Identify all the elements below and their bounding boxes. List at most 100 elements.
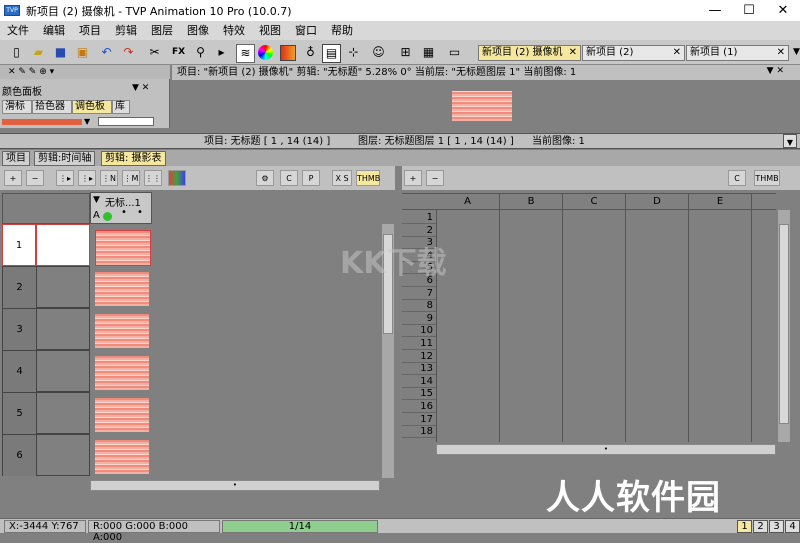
xs-button[interactable]: X S xyxy=(332,170,352,186)
row-number[interactable]: 3 xyxy=(2,308,36,350)
save-icon[interactable]: ■ xyxy=(52,44,69,61)
menu-file[interactable]: 文件 xyxy=(0,21,36,40)
thumbnail-toggle[interactable]: THMB xyxy=(754,170,780,186)
layer-toggle-icon[interactable]: ▼ xyxy=(93,195,100,205)
doc-tab-project-1[interactable]: 新项目 (1) ✕ xyxy=(686,45,789,61)
menu-effects[interactable]: 特效 xyxy=(216,21,252,40)
xsheet-hscroll[interactable]: • xyxy=(90,480,380,491)
grid-icon[interactable]: ⊞ xyxy=(397,44,414,61)
color-strip[interactable] xyxy=(2,119,82,125)
grid-row-number[interactable]: 15 xyxy=(402,388,436,401)
color-swatch-icon[interactable] xyxy=(280,45,296,61)
column-header[interactable]: C xyxy=(563,193,626,210)
grid-row-number[interactable]: 2 xyxy=(402,225,436,237)
tab-palette[interactable]: 调色板 xyxy=(72,100,112,114)
layer-header[interactable]: ▼ 无标...1 A • • xyxy=(90,192,152,224)
insert-n-icon[interactable]: ⋮N xyxy=(100,170,118,186)
column-header[interactable]: D xyxy=(626,193,689,210)
preview-menu-icon[interactable]: ▼ ✕ xyxy=(767,66,784,76)
page-button-4[interactable]: 4 xyxy=(785,520,800,533)
insert-m-icon[interactable]: ⋮M xyxy=(122,170,140,186)
row-cell[interactable] xyxy=(36,392,90,434)
visibility-dot-icon[interactable] xyxy=(103,212,112,221)
grid-row-number[interactable]: 14 xyxy=(402,376,436,388)
robot-icon[interactable]: ☺ xyxy=(370,44,387,61)
grid-row-number[interactable]: 8 xyxy=(402,300,436,313)
export-icon[interactable]: ▣ xyxy=(74,44,91,61)
palette-field[interactable] xyxy=(98,117,154,126)
redo-icon[interactable]: ↷ xyxy=(120,44,137,61)
menu-clip[interactable]: 剪辑 xyxy=(108,21,144,40)
grid-row-number[interactable]: 17 xyxy=(402,414,436,426)
frame-thumbnail[interactable] xyxy=(92,310,150,350)
menu-view[interactable]: 视图 xyxy=(252,21,288,40)
fx-button[interactable]: FX xyxy=(170,44,187,61)
grid-row-number[interactable]: 16 xyxy=(402,401,436,413)
color-tags-icon[interactable] xyxy=(168,170,186,186)
grid-row-number[interactable]: 12 xyxy=(402,351,436,363)
panel-icon[interactable]: ▤ xyxy=(322,44,341,63)
maximize-button[interactable]: ☐ xyxy=(732,0,766,21)
tab-timeline[interactable]: 剪辑:时间轴 xyxy=(34,151,96,166)
row-cell[interactable] xyxy=(36,308,90,350)
undo-icon[interactable]: ↶ xyxy=(98,44,115,61)
tab-library[interactable]: 库 xyxy=(112,100,130,114)
menu-edit[interactable]: 编辑 xyxy=(36,21,72,40)
tabs-dropdown-icon[interactable]: ▼ xyxy=(788,44,800,61)
row-cell[interactable] xyxy=(36,266,90,308)
monitor-icon[interactable]: ▭ xyxy=(446,44,463,61)
new-file-icon[interactable]: ▯ xyxy=(8,44,25,61)
layers-icon[interactable]: ≋ xyxy=(236,44,255,63)
camera-icon[interactable]: ⚙ xyxy=(256,170,274,186)
light-bulb-icon[interactable]: ♁ xyxy=(302,44,319,61)
cb-icon[interactable]: C xyxy=(728,170,746,186)
crosshair-icon[interactable]: ⊹ xyxy=(345,44,362,61)
color-wheel-icon[interactable] xyxy=(258,45,273,60)
remove-frame-button[interactable]: − xyxy=(26,170,44,186)
column-header[interactable]: A xyxy=(436,193,500,210)
row-cell-selected[interactable] xyxy=(36,224,90,266)
page-button-3[interactable]: 3 xyxy=(769,520,784,533)
light-dot-icon[interactable]: • xyxy=(137,207,143,218)
frame-thumbnail[interactable] xyxy=(92,352,150,392)
tab-slider[interactable]: 滑标 xyxy=(2,100,32,114)
row-number[interactable]: 6 xyxy=(2,434,36,476)
frame-thumbnail[interactable] xyxy=(92,268,150,308)
grid-vscroll[interactable] xyxy=(778,210,790,442)
page-button-1[interactable]: 1 xyxy=(737,520,752,533)
tab-project[interactable]: 项目 xyxy=(2,151,30,166)
grid-row-number[interactable]: 10 xyxy=(402,325,436,338)
cb-icon[interactable]: C xyxy=(280,170,298,186)
panel-menu-icon[interactable]: ▼ ✕ xyxy=(132,83,149,93)
row-cell[interactable] xyxy=(36,350,90,392)
add-sound-button[interactable]: + xyxy=(404,170,422,186)
tab-xsheet[interactable]: 剪辑: 摄影表 xyxy=(101,151,166,166)
swap-icon[interactable]: ⋮⋮ xyxy=(144,170,162,186)
row-number[interactable]: 1 xyxy=(2,224,36,266)
frame-thumbnail[interactable] xyxy=(92,394,150,434)
pb-icon[interactable]: P xyxy=(302,170,320,186)
lock-dot-icon[interactable]: • xyxy=(121,207,127,218)
play-icon[interactable]: ▸ xyxy=(213,44,230,61)
menu-layer[interactable]: 图层 xyxy=(144,21,180,40)
grid-row-number[interactable]: 9 xyxy=(402,313,436,325)
frame-thumbnail[interactable] xyxy=(92,226,151,266)
cut-icon[interactable]: ✂ xyxy=(146,44,163,61)
close-icon[interactable]: ✕ xyxy=(777,46,785,60)
column-header[interactable]: B xyxy=(500,193,563,210)
menu-help[interactable]: 帮助 xyxy=(324,21,360,40)
page-button-2[interactable]: 2 xyxy=(753,520,768,533)
chevron-down-icon[interactable]: ▼ xyxy=(783,134,797,148)
close-icon[interactable]: ✕ xyxy=(569,46,577,60)
grid-row-number[interactable]: 7 xyxy=(402,288,436,300)
tab-color-picker[interactable]: 拾色器 xyxy=(32,100,72,114)
grid-row-number[interactable]: 13 xyxy=(402,363,436,376)
insert-after-icon[interactable]: ⋮▸ xyxy=(78,170,96,186)
insert-before-icon[interactable]: ⋮▸ xyxy=(56,170,74,186)
menu-window[interactable]: 窗口 xyxy=(288,21,324,40)
grid-hscroll[interactable]: • xyxy=(436,444,776,455)
row-number[interactable]: 4 xyxy=(2,350,36,392)
row-number[interactable]: 5 xyxy=(2,392,36,434)
menu-project[interactable]: 项目 xyxy=(72,21,108,40)
grid-row-number[interactable]: 18 xyxy=(402,426,436,439)
